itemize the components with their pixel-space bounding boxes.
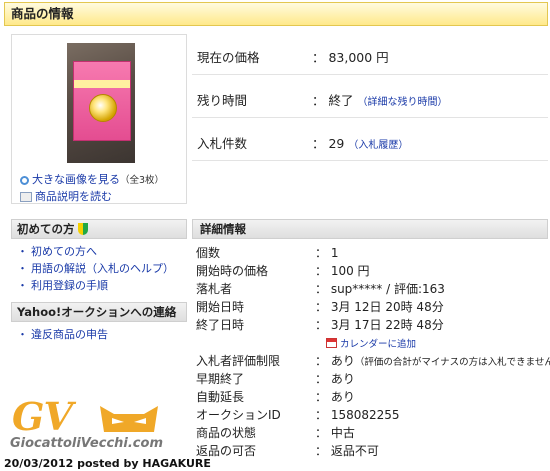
detail-label: 終了日時 — [196, 318, 245, 332]
time-row: 残り時間 ： 終了 （詳細な残り時間） — [192, 77, 548, 118]
detail-label: 返品の可否 — [196, 444, 257, 458]
detail-row: 個数 ： 1 — [196, 244, 338, 260]
detail-label: オークションID — [196, 408, 281, 422]
detail-row: 落札者 ： sup***** / 評価:163 — [196, 280, 445, 296]
calendar-row: カレンダーに追加 — [326, 336, 416, 350]
time-label: 残り時間 — [197, 93, 248, 108]
detail-label: 落札者 — [196, 282, 233, 296]
detail-value: ： 100 円 — [315, 262, 370, 279]
price-row: 現在の価格 ： 83,000 円 — [192, 34, 548, 75]
bids-value: ： 29 — [312, 136, 345, 151]
detail-label: 開始時の価格 — [196, 264, 269, 278]
sidebar-link-glossary[interactable]: ・用語の解説（入札のヘルプ） — [17, 260, 174, 276]
detail-value-text: ： あり — [315, 354, 355, 368]
detail-value: ： 158082255 — [315, 406, 400, 423]
detail-row: 開始日時 ： 3月 12日 20時 48分 — [196, 298, 444, 314]
detail-label: 自動延長 — [196, 390, 245, 404]
detail-label: 開始日時 — [196, 300, 245, 314]
contact-header: Yahoo!オークションへの連絡 — [11, 302, 187, 322]
large-image-row: 大きな画像を見る（全3枚） — [20, 171, 164, 187]
price-label: 現在の価格 — [197, 50, 260, 65]
cat-logo-icon — [100, 406, 158, 432]
time-detail-link[interactable]: （詳細な残り時間） — [357, 97, 447, 108]
large-image-count: （全3枚） — [120, 175, 165, 186]
time-value: ： 終了 — [312, 93, 354, 108]
detail-value: ： 中古 — [315, 424, 355, 441]
bids-label: 入札件数 — [197, 136, 248, 151]
posted-caption: 20/03/2012 posted by HAGAKURE — [4, 457, 211, 470]
calendar-link[interactable]: カレンダーに追加 — [340, 339, 416, 350]
sidebar-link-report[interactable]: ・違反商品の申告 — [17, 326, 108, 342]
detail-label: 早期終了 — [196, 372, 245, 386]
sidebar-link-beginners[interactable]: ・初めての方へ — [17, 243, 97, 259]
detail-value-text: ： 1 — [315, 246, 339, 260]
detail-value: ： あり（評価の合計がマイナスの方は入札できません） — [315, 352, 550, 369]
detail-row: 自動延長 ： あり — [196, 388, 355, 404]
price-value: ： 83,000 円 — [312, 50, 389, 65]
watermark: GV GiocattoliVecchi.com — [10, 394, 185, 452]
detail-label: 入札者評価制限 — [196, 354, 281, 368]
detail-value-text: ： 158082255 — [315, 408, 400, 422]
detail-label: 商品の状態 — [196, 426, 257, 440]
detail-row: 商品の状態 ： 中古 — [196, 424, 355, 440]
beginners-header: 初めての方 — [11, 219, 187, 239]
detail-value-text: ： あり — [315, 372, 355, 386]
calendar-icon — [326, 338, 337, 348]
detail-value: ： sup***** / 評価:163 — [315, 280, 445, 297]
detail-value-text: ： sup***** / 評価:163 — [315, 282, 445, 296]
watermark-site: GiocattoliVecchi.com — [10, 436, 163, 451]
detail-value-text: ： 3月 12日 20時 48分 — [315, 300, 444, 314]
detail-value: ： 3月 12日 20時 48分 — [315, 298, 444, 315]
detail-row: 入札者評価制限 ： あり（評価の合計がマイナスの方は入札できません） — [196, 352, 550, 368]
product-thumbnail[interactable] — [67, 43, 135, 163]
detail-value-text: ： 100 円 — [315, 264, 370, 278]
detail-value: ： 3月 17日 22時 48分 — [315, 316, 444, 333]
product-package-image — [73, 61, 131, 141]
detail-row: 早期終了 ： あり — [196, 370, 355, 386]
detail-row: 返品の可否 ： 返品不可 — [196, 442, 379, 458]
detail-row: 開始時の価格 ： 100 円 — [196, 262, 370, 278]
magnifier-icon — [20, 175, 29, 185]
watermark-logo: GV — [12, 394, 73, 439]
book-icon — [20, 192, 32, 202]
beginner-leaf-icon — [77, 223, 88, 235]
detail-note: （評価の合計がマイナスの方は入札できません） — [354, 357, 550, 368]
sidebar-link-registration[interactable]: ・利用登録の手順 — [17, 277, 108, 293]
bids-row: 入札件数 ： 29 （入札履歴） — [192, 120, 548, 161]
details-header: 詳細情報 — [192, 219, 548, 239]
description-link[interactable]: 商品説明を読む — [35, 190, 112, 203]
detail-value-text: ： 3月 17日 22時 48分 — [315, 318, 444, 332]
detail-row: 終了日時 ： 3月 17日 22時 48分 — [196, 316, 444, 332]
beginners-title: 初めての方 — [17, 222, 75, 236]
detail-value-text: ： 中古 — [315, 426, 355, 440]
detail-row: オークションID ： 158082255 — [196, 406, 400, 422]
detail-value-text: ： 返品不可 — [315, 444, 379, 458]
page-header: 商品の情報 — [4, 2, 548, 26]
detail-value: ： 1 — [315, 244, 338, 261]
detail-value: ： あり — [315, 388, 355, 405]
detail-value: ： あり — [315, 370, 355, 387]
description-row: 商品説明を読む — [20, 188, 112, 204]
detail-label: 個数 — [196, 246, 221, 260]
detail-value-text: ： あり — [315, 390, 355, 404]
detail-value: ： 返品不可 — [315, 442, 379, 459]
large-image-link[interactable]: 大きな画像を見る — [32, 173, 120, 186]
bid-history-link[interactable]: （入札履歴） — [348, 140, 408, 151]
